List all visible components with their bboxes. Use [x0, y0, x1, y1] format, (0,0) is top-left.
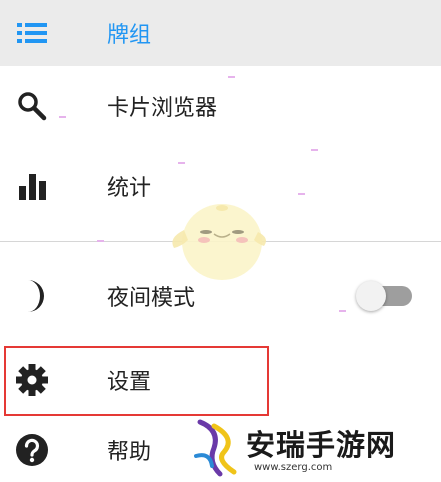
- watermark: 安瑞手游网 www.szerg.com: [190, 416, 441, 482]
- night-mode-toggle[interactable]: [356, 281, 412, 311]
- nav-item-card-browser[interactable]: 卡片浏览器: [0, 66, 441, 146]
- gear-icon: [14, 362, 50, 398]
- decor-dot: [311, 149, 318, 151]
- nav-item-label: 帮助: [107, 440, 152, 465]
- nav-item-label: 牌组: [107, 23, 152, 48]
- mascot-image: [162, 190, 272, 286]
- bar-chart-icon: [14, 168, 50, 204]
- toggle-thumb: [356, 281, 386, 311]
- nav-item-decks[interactable]: 牌组: [0, 0, 441, 66]
- nav-item-label: 卡片浏览器: [107, 96, 218, 121]
- moon-icon: [14, 278, 50, 314]
- decor-dot: [298, 193, 305, 195]
- decor-dot: [59, 116, 66, 118]
- nav-item-label: 统计: [107, 176, 152, 201]
- watermark-url: www.szerg.com: [254, 462, 333, 473]
- nav-item-label: 设置: [107, 370, 152, 395]
- search-icon: [14, 88, 50, 124]
- decor-dot: [97, 240, 104, 242]
- decor-dot: [339, 310, 346, 312]
- nav-item-settings[interactable]: 设置: [0, 340, 441, 420]
- watermark-logo-icon: [194, 419, 237, 477]
- watermark-title: 安瑞手游网: [246, 428, 397, 462]
- decor-dot: [228, 76, 235, 78]
- decor-dot: [178, 162, 185, 164]
- help-icon: [14, 432, 50, 468]
- list-icon: [14, 15, 50, 51]
